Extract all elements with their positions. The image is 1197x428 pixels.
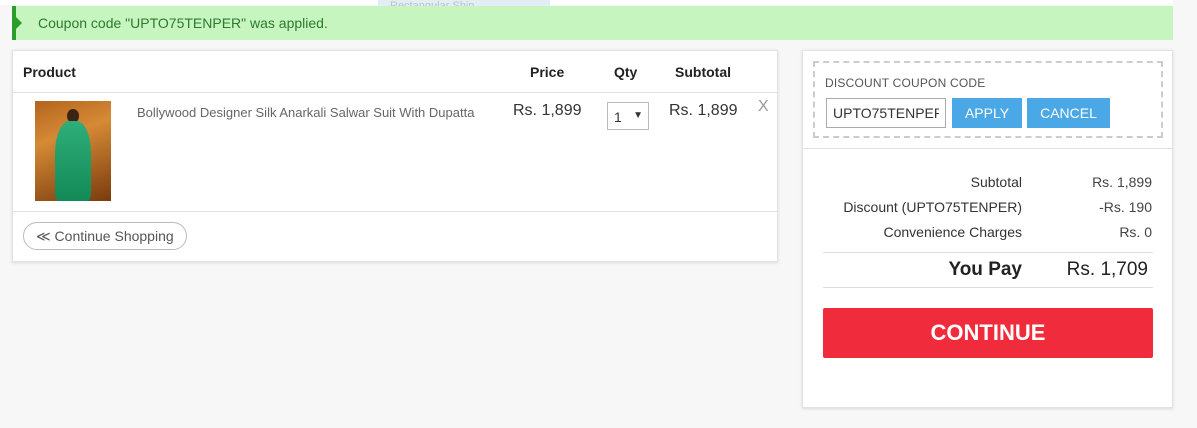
cart-item-row: Bollywood Designer Silk Anarkali Salwar … <box>13 92 777 212</box>
product-name-link[interactable]: Bollywood Designer Silk Anarkali Salwar … <box>137 102 477 124</box>
thumbnail-dress <box>55 121 91 201</box>
you-pay-label: You Pay <box>948 259 1022 280</box>
summary-line-label: Subtotal <box>970 174 1022 190</box>
header-subtotal: Subtotal <box>675 64 731 80</box>
cart-header-row: Product Price Qty Subtotal <box>13 51 777 93</box>
top-strip <box>0 0 1173 5</box>
divider <box>823 287 1153 288</box>
continue-shopping-button[interactable]: ≪ Continue Shopping <box>23 222 187 250</box>
quantity-value: 1 <box>614 109 622 125</box>
alert-arrow-icon <box>16 17 22 29</box>
remove-item-button[interactable]: X <box>758 98 769 116</box>
divider <box>823 252 1153 253</box>
summary-line-amount: Rs. 0 <box>1119 224 1152 240</box>
order-summary-panel: DISCOUNT COUPON CODE APPLY CANCEL Subtot… <box>802 50 1173 408</box>
coupon-label: DISCOUNT COUPON CODE <box>825 76 986 90</box>
summary-divider <box>803 148 1172 149</box>
summary-line-amount: Rs. 1,899 <box>1092 174 1152 190</box>
header-qty: Qty <box>614 64 638 80</box>
summary-line-amount: -Rs. 190 <box>1099 199 1152 215</box>
apply-coupon-button[interactable]: APPLY <box>952 98 1022 128</box>
product-price: Rs. 1,899 <box>513 102 582 119</box>
header-product: Product <box>23 64 76 80</box>
header-price: Price <box>530 64 565 80</box>
cancel-coupon-button[interactable]: CANCEL <box>1027 98 1110 128</box>
alert-message: Coupon code "UPTO75TENPER" was applied. <box>38 15 328 31</box>
item-subtotal: Rs. 1,899 <box>669 102 738 119</box>
summary-line-label: Convenience Charges <box>883 224 1022 240</box>
continue-checkout-button[interactable]: CONTINUE <box>823 308 1153 358</box>
coupon-code-input[interactable] <box>826 98 946 128</box>
cart-panel: Product Price Qty Subtotal Bollywood Des… <box>12 50 778 262</box>
product-thumbnail[interactable] <box>35 101 111 201</box>
dropdown-caret-icon: ▼ <box>633 110 643 121</box>
you-pay-amount: Rs. 1,709 <box>1066 259 1148 280</box>
coupon-box: DISCOUNT COUPON CODE APPLY CANCEL <box>813 61 1163 138</box>
coupon-applied-alert: Coupon code "UPTO75TENPER" was applied. <box>12 6 1173 40</box>
quantity-select[interactable]: 1 ▼ <box>607 102 649 130</box>
summary-line-label: Discount (UPTO75TENPER) <box>843 199 1022 215</box>
